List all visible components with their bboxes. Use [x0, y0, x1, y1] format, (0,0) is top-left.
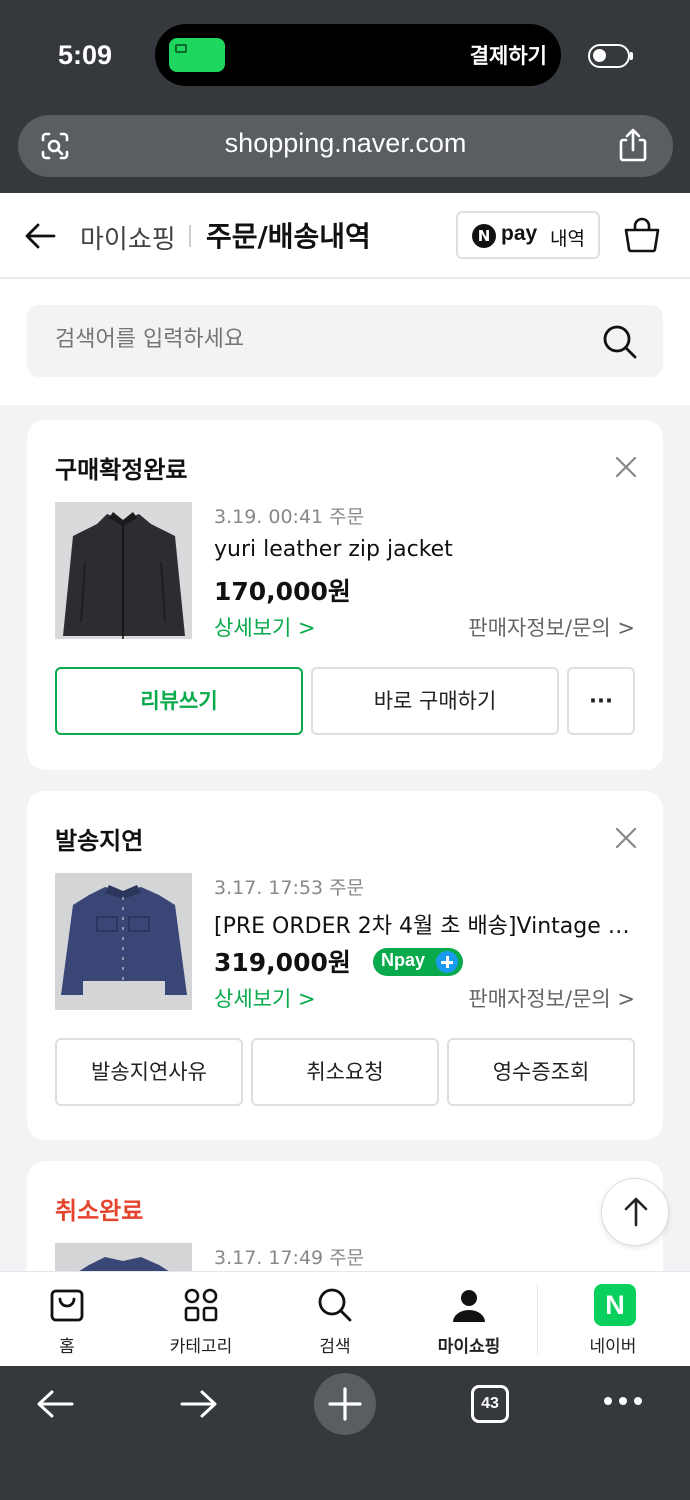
arrow-up-icon	[624, 1197, 648, 1227]
wallet-app-icon	[169, 38, 225, 72]
tab-home-label: 홈	[59, 1337, 75, 1357]
browser-forward-icon[interactable]	[178, 1387, 220, 1421]
page-header: 마이쇼핑 주문/배송내역 N pay 내역	[0, 193, 690, 279]
product-thumbnail[interactable]	[55, 502, 192, 639]
tab-naver-label: 네이버	[589, 1337, 637, 1357]
tab-myshopping-label: 마이쇼핑	[437, 1337, 501, 1357]
scroll-to-top-button[interactable]	[601, 1178, 669, 1246]
order-date: 3.17. 17:49 주문	[214, 1247, 365, 1269]
naver-logo-icon: N	[594, 1284, 636, 1326]
product-name[interactable]: [PRE ORDER 2차 4월 초 배송]Vintage w...	[214, 908, 634, 940]
order-status: 취소완료	[55, 1197, 144, 1225]
npay-plus-badge: Npay	[373, 948, 463, 976]
shipping-delay-reason-button[interactable]: 발송지연사유	[55, 1038, 243, 1106]
order-card: 구매확정완료 3.19. 00:41 주문 yuri leather zip j…	[27, 420, 663, 770]
npay-history-label: 내역	[550, 228, 585, 250]
tab-search[interactable]: 검색	[268, 1272, 402, 1367]
browser-bottom-bar: 43	[0, 1366, 690, 1500]
tab-myshopping[interactable]: 마이쇼핑	[402, 1272, 536, 1367]
status-time: 5:09	[58, 40, 113, 70]
new-tab-button[interactable]	[314, 1373, 376, 1435]
close-icon[interactable]	[615, 456, 637, 478]
leather-jacket-image	[55, 502, 192, 639]
product-name[interactable]: yuri leather zip jacket	[214, 537, 634, 562]
tab-category[interactable]: 카테고리	[134, 1272, 268, 1367]
shopping-bag-icon	[50, 1289, 84, 1322]
tab-naver[interactable]: N 네이버	[546, 1272, 680, 1367]
app-tab-bar: 홈 카테고리 검색 마이쇼핑 N 네이버	[0, 1271, 690, 1366]
order-date: 3.17. 17:53 주문	[214, 877, 365, 899]
tab-search-label: 검색	[319, 1337, 351, 1357]
battery-cap	[630, 52, 633, 60]
breadcrumb-divider	[189, 225, 191, 247]
tab-home[interactable]: 홈	[0, 1272, 134, 1367]
plus-icon	[436, 951, 458, 973]
tab-divider	[537, 1284, 538, 1354]
share-icon[interactable]	[616, 126, 650, 164]
page-title: 주문/배송내역	[206, 220, 371, 253]
url-bar[interactable]: shopping.naver.com	[18, 115, 673, 177]
detail-link[interactable]: 상세보기 >	[214, 983, 316, 1013]
search-box[interactable]	[27, 305, 663, 377]
tab-category-label: 카테고리	[169, 1337, 233, 1357]
cancel-request-button[interactable]: 취소요청	[251, 1038, 439, 1106]
status-bar: 5:09 결제하기	[0, 0, 690, 115]
search-icon[interactable]	[601, 323, 639, 361]
denim-jacket-image	[55, 873, 192, 1010]
seller-info-link[interactable]: 판매자정보/문의 >	[468, 983, 635, 1013]
battery-icon	[588, 44, 630, 68]
product-price: 319,000원	[214, 948, 351, 977]
browser-back-icon[interactable]	[34, 1387, 76, 1421]
order-status: 구매확정완료	[55, 456, 188, 484]
buy-again-button[interactable]: 바로 구매하기	[311, 667, 559, 735]
breadcrumb-myshopping[interactable]: 마이쇼핑	[80, 219, 176, 256]
order-card: 발송지연 3.17. 17:53 주문 [PRE ORDER 2차 4월 초 배…	[27, 791, 663, 1140]
search-input[interactable]	[55, 327, 535, 352]
seller-info-link[interactable]: 판매자정보/문의 >	[468, 612, 635, 642]
island-payment-label: 결제하기	[469, 44, 547, 68]
more-options-button[interactable]: ···	[567, 667, 635, 735]
tabs-count-button[interactable]: 43	[471, 1385, 509, 1423]
product-price: 170,000원	[214, 577, 351, 606]
search-icon	[318, 1288, 352, 1322]
detail-link[interactable]: 상세보기 >	[214, 612, 316, 642]
order-status: 발송지연	[55, 827, 144, 855]
more-menu-icon[interactable]	[602, 1394, 644, 1408]
product-thumbnail[interactable]	[55, 873, 192, 1010]
shopping-basket-icon[interactable]	[622, 215, 662, 255]
back-arrow-icon[interactable]	[22, 217, 60, 255]
npay-pay-text: pay	[501, 222, 538, 245]
order-date: 3.19. 00:41 주문	[214, 506, 365, 528]
write-review-button[interactable]: 리뷰쓰기	[55, 667, 303, 735]
category-grid-icon	[184, 1288, 218, 1322]
npay-badge-label: Npay	[381, 950, 426, 970]
plus-icon	[328, 1387, 362, 1421]
dynamic-island[interactable]: 결제하기	[155, 24, 561, 86]
close-icon[interactable]	[615, 827, 637, 849]
npay-history-button[interactable]: N pay 내역	[456, 211, 600, 259]
person-icon	[453, 1290, 485, 1322]
browser-toolbar: shopping.naver.com	[0, 115, 690, 193]
npay-logo-icon: N	[472, 224, 496, 248]
search-section	[0, 279, 690, 405]
receipt-button[interactable]: 영수증조회	[447, 1038, 635, 1106]
url-text[interactable]: shopping.naver.com	[18, 128, 673, 159]
